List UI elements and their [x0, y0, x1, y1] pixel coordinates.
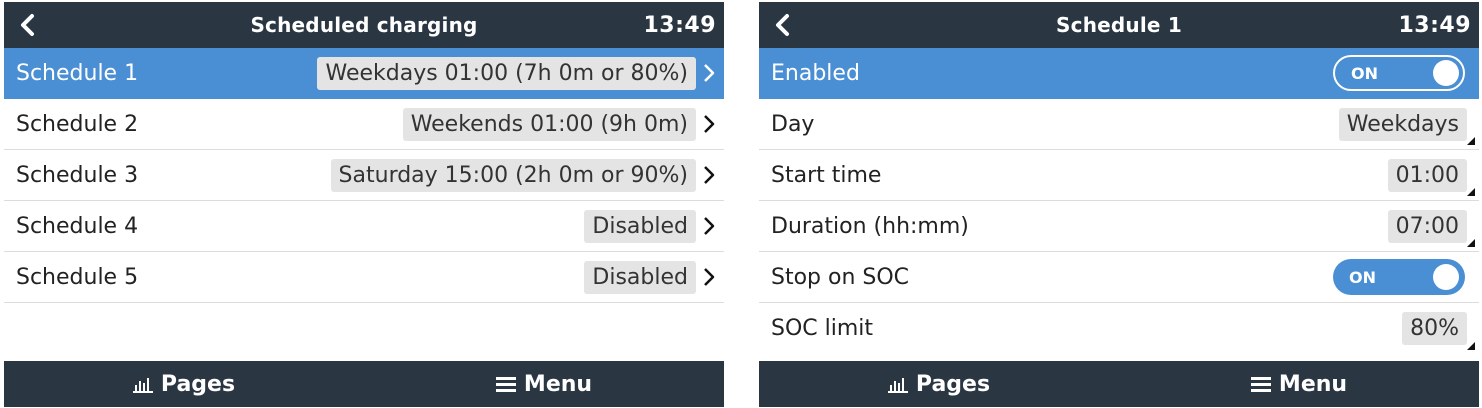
duration-value[interactable]: 07:00	[1387, 209, 1467, 243]
schedule-summary: Saturday 15:00 (2h 0m or 90%)	[330, 158, 696, 192]
pages-label: Pages	[915, 371, 991, 397]
toggle-knob	[1433, 264, 1459, 290]
chevron-right-icon	[698, 61, 720, 85]
schedule-summary: Weekdays 01:00 (7h 0m or 80%)	[317, 56, 696, 90]
duration-label: Duration (hh:mm)	[771, 213, 969, 239]
schedule-summary: Weekends 01:00 (9h 0m)	[402, 107, 696, 141]
menu-label: Menu	[523, 371, 593, 397]
toggle-knob	[1433, 60, 1459, 86]
bottom-bar: Pages Menu	[4, 361, 724, 407]
top-bar: Schedule 1 13:49	[759, 2, 1479, 48]
pages-button[interactable]: Pages	[4, 361, 364, 407]
schedule-settings-list: Enabled ON Day Weekdays Start time 01:00…	[759, 48, 1479, 354]
schedule-row-1[interactable]: Schedule 1 Weekdays 01:00 (7h 0m or 80%)	[4, 48, 724, 99]
toggle-state: ON	[1351, 63, 1378, 83]
duration-row[interactable]: Duration (hh:mm) 07:00	[759, 201, 1479, 252]
schedule-label: Schedule 2	[16, 111, 139, 137]
enabled-row[interactable]: Enabled ON	[759, 48, 1479, 99]
stop-on-soc-row[interactable]: Stop on SOC ON	[759, 252, 1479, 303]
chevron-left-icon	[776, 14, 789, 36]
pages-label: Pages	[160, 371, 236, 397]
soc-limit-row[interactable]: SOC limit 80%	[759, 303, 1479, 354]
schedule-row-5[interactable]: Schedule 5 Disabled	[4, 252, 724, 303]
menu-button[interactable]: Menu	[1119, 361, 1479, 407]
day-row[interactable]: Day Weekdays	[759, 99, 1479, 150]
editable-corner-icon	[1467, 188, 1475, 196]
day-label: Day	[771, 111, 815, 137]
clock: 13:49	[643, 12, 716, 38]
bar-chart-icon	[132, 375, 155, 393]
stop-on-soc-label: Stop on SOC	[771, 264, 910, 290]
hamburger-menu-icon	[1250, 375, 1273, 393]
schedule-row-4[interactable]: Schedule 4 Disabled	[4, 201, 724, 252]
start-time-value[interactable]: 01:00	[1387, 158, 1467, 192]
soc-limit-label: SOC limit	[771, 316, 874, 341]
page-title: Scheduled charging	[250, 13, 478, 37]
chevron-left-icon	[21, 14, 34, 36]
chevron-right-icon	[698, 214, 720, 238]
enabled-label: Enabled	[771, 60, 860, 86]
schedule-list: Schedule 1 Weekdays 01:00 (7h 0m or 80%)…	[4, 48, 724, 303]
back-button[interactable]	[4, 2, 50, 48]
pages-button[interactable]: Pages	[759, 361, 1119, 407]
editable-corner-icon	[1467, 137, 1475, 145]
start-time-label: Start time	[771, 162, 882, 188]
top-bar: Scheduled charging 13:49	[4, 2, 724, 48]
editable-corner-icon	[1467, 239, 1475, 247]
clock: 13:49	[1398, 12, 1471, 38]
hamburger-menu-icon	[495, 375, 518, 393]
scheduled-charging-screen: Scheduled charging 13:49 Schedule 1 Week…	[4, 2, 724, 407]
bar-chart-icon	[887, 375, 910, 393]
menu-button[interactable]: Menu	[364, 361, 724, 407]
chevron-right-icon	[698, 163, 720, 187]
chevron-right-icon	[698, 112, 720, 136]
schedule-summary: Disabled	[584, 260, 696, 294]
schedule-row-3[interactable]: Schedule 3 Saturday 15:00 (2h 0m or 90%)	[4, 150, 724, 201]
schedule-detail-screen: Schedule 1 13:49 Enabled ON Day Weekdays…	[759, 2, 1479, 407]
back-button[interactable]	[759, 2, 805, 48]
schedule-label: Schedule 1	[16, 60, 139, 86]
soc-limit-value[interactable]: 80%	[1402, 312, 1467, 345]
schedule-label: Schedule 4	[16, 213, 139, 239]
menu-label: Menu	[1278, 371, 1348, 397]
schedule-label: Schedule 3	[16, 162, 139, 188]
bottom-bar: Pages Menu	[759, 361, 1479, 407]
chevron-right-icon	[698, 265, 720, 289]
schedule-label: Schedule 5	[16, 264, 139, 290]
schedule-row-2[interactable]: Schedule 2 Weekends 01:00 (9h 0m)	[4, 99, 724, 150]
editable-corner-icon	[1467, 342, 1475, 350]
toggle-state: ON	[1349, 267, 1376, 287]
stop-on-soc-toggle[interactable]: ON	[1333, 259, 1465, 295]
day-value[interactable]: Weekdays	[1338, 107, 1467, 141]
schedule-summary: Disabled	[584, 209, 696, 243]
start-time-row[interactable]: Start time 01:00	[759, 150, 1479, 201]
page-title: Schedule 1	[1056, 13, 1182, 37]
enabled-toggle[interactable]: ON	[1333, 55, 1465, 91]
